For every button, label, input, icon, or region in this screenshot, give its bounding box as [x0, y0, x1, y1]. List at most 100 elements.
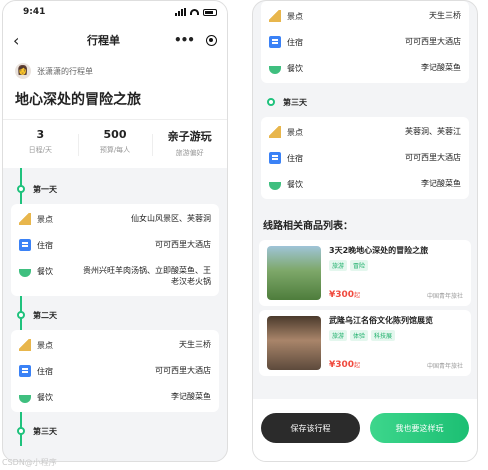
price-unit: 起	[354, 292, 361, 299]
save-itinerary-button[interactable]: 保存该行程	[261, 413, 360, 443]
food-value: 李记酸菜鱼	[421, 63, 461, 72]
day-card: 景点 天生三桥 住宿 可可西里大酒店 餐饮 李记酸菜鱼	[11, 330, 219, 413]
bowl-icon	[19, 395, 31, 404]
category-label: 景点	[287, 11, 303, 21]
product-name: 3天2晚地心深处的冒险之旅	[329, 246, 429, 255]
product-tag: 旅游	[329, 260, 348, 272]
sight-row[interactable]: 景点 天生三桥	[19, 332, 211, 358]
day-label: 第三天	[33, 426, 57, 436]
hotel-value: 可可西里大酒店	[155, 240, 211, 249]
category-label: 餐饮	[287, 63, 303, 73]
category-label: 餐饮	[37, 266, 53, 276]
day-label: 第三天	[283, 97, 307, 107]
product-price: ¥300起	[329, 290, 360, 300]
sight-row[interactable]: 景点 天生三桥	[269, 3, 461, 29]
product-info: 武隆乌江名俗文化陈列馆展览 旅游 体验 科技展 ¥300起 中国青年旅社	[329, 316, 463, 370]
category-label: 住宿	[287, 153, 303, 163]
sight-value: 天生三桥	[179, 340, 211, 350]
hotel-value: 可可西里大酒店	[405, 37, 461, 46]
sight-row[interactable]: 景点 芙蓉洞、芙蓉江	[269, 119, 461, 145]
food-value: 李记酸菜鱼	[171, 392, 211, 402]
hotel-value: 可可西里大酒店	[155, 366, 211, 376]
wifi-icon	[190, 9, 199, 15]
category-label: 住宿	[287, 37, 303, 47]
hotel-icon	[19, 239, 31, 251]
trip-title: 地心深处的冒险之旅	[15, 92, 141, 108]
product-image[interactable]	[267, 246, 321, 300]
product-tag: 冒险	[350, 260, 369, 272]
stat-value: 3	[36, 128, 45, 141]
product-card[interactable]: 3天2晚地心深处的冒险之旅 旅游 冒险 ¥300起 中国青年旅社	[259, 240, 471, 306]
hotel-row[interactable]: 住宿 可可西里大酒店	[269, 29, 461, 55]
phone-screen-left: 9:41 ‹ 行程单 ••• 👩 张潇潇的行程单 地心深处的冒险之旅 3 日程/…	[2, 0, 228, 462]
category-label: 住宿	[37, 240, 53, 250]
day-label: 第一天	[33, 184, 57, 194]
food-row[interactable]: 餐饮 李记酸菜鱼	[19, 384, 211, 410]
hotel-row[interactable]: 住宿 可可西里大酒店	[19, 358, 211, 384]
hotel-icon	[19, 365, 31, 378]
product-footer: ¥300起 中国青年旅社	[329, 290, 463, 300]
hotel-row[interactable]: 住宿 可可西里大酒店	[19, 232, 211, 258]
stat-days: 3 日程/天	[3, 128, 78, 158]
food-row[interactable]: 餐饮 贵州兴旺羊肉汤锅、立即酸菜鱼、王老汉老火锅	[19, 258, 211, 294]
timeline-dot	[267, 98, 275, 106]
copy-itinerary-button[interactable]: 我也要这样玩	[370, 413, 469, 443]
hotel-value: 可可西里大酒店	[405, 153, 461, 162]
day-card: 景点 芙蓉洞、芙蓉江 住宿 可可西里大酒店 餐饮 李记酸菜鱼	[261, 117, 469, 199]
food-value: 李记酸菜鱼	[421, 179, 461, 188]
nav-title: 行程单	[86, 34, 120, 47]
trip-stats: 3 日程/天 500 预算/每人 亲子游玩 旅游偏好	[3, 119, 227, 168]
close-miniprogram-icon[interactable]	[205, 34, 217, 46]
day-card: 景点 天生三桥 住宿 可可西里大酒店 餐饮 李记酸菜鱼	[261, 1, 469, 83]
author-row: 👩 张潇潇的行程单	[15, 63, 215, 79]
stat-label: 日程/天	[28, 146, 53, 154]
category-label: 景点	[37, 340, 53, 350]
timeline-dot	[17, 427, 25, 436]
stat-label: 旅游偏好	[175, 149, 204, 157]
product-price: ¥300起	[329, 360, 360, 370]
category-label: 景点	[37, 214, 53, 224]
stat-label: 预算/每人	[99, 146, 131, 154]
product-vendor: 中国青年旅社	[426, 293, 463, 300]
bowl-icon	[269, 66, 281, 74]
hotel-row[interactable]: 住宿 可可西里大酒店	[269, 145, 461, 171]
itinerary-timeline: 第一天 景点 仙女山风景区、芙蓉洞 住宿 可可西里大酒店 餐饮 贵州兴旺羊肉汤锅…	[3, 168, 227, 447]
timeline-dot	[17, 185, 25, 193]
day-header: 第二天	[11, 300, 219, 330]
day-header: 第一天	[11, 174, 219, 204]
capsule-menu: •••	[174, 33, 217, 47]
food-row[interactable]: 餐饮 李记酸菜鱼	[269, 55, 461, 81]
product-image[interactable]	[267, 316, 321, 370]
sight-row[interactable]: 景点 仙女山风景区、芙蓉洞	[19, 206, 211, 232]
product-tag: 体验	[350, 330, 369, 342]
products-section-title: 线路相关商品列表：	[263, 221, 353, 232]
food-row[interactable]: 餐饮 李记酸菜鱼	[269, 171, 461, 197]
sight-value: 芙蓉洞、芙蓉江	[405, 127, 461, 136]
category-label: 餐饮	[287, 179, 303, 189]
back-icon[interactable]: ‹	[13, 31, 33, 50]
stat-budget: 500 预算/每人	[77, 128, 153, 158]
category-label: 餐饮	[37, 392, 53, 402]
product-tag: 旅游	[329, 330, 348, 342]
product-tags: 旅游 体验 科技展	[329, 330, 463, 342]
sight-value: 天生三桥	[429, 11, 461, 20]
status-bar: 9:41	[3, 1, 227, 23]
avatar[interactable]: 👩	[15, 63, 31, 79]
status-time: 9:41	[23, 7, 46, 17]
category-label: 住宿	[37, 366, 53, 376]
product-vendor: 中国青年旅社	[426, 363, 463, 370]
day-label: 第二天	[33, 310, 57, 320]
bowl-icon	[269, 182, 281, 190]
sight-value: 仙女山风景区、芙蓉洞	[131, 214, 211, 223]
stat-preference: 亲子游玩 旅游偏好	[152, 128, 227, 158]
more-icon[interactable]: •••	[174, 33, 195, 47]
mountain-icon	[19, 339, 31, 352]
timeline-dot	[17, 311, 25, 320]
stat-value: 亲子游玩	[167, 130, 212, 143]
hotel-icon	[269, 152, 281, 164]
phone-screen-right: 景点 天生三桥 住宿 可可西里大酒店 餐饮 李记酸菜鱼 第三天 景点 芙蓉洞、芙…	[252, 0, 478, 462]
battery-icon	[203, 8, 217, 16]
stat-value: 500	[103, 128, 127, 141]
product-card[interactable]: 武隆乌江名俗文化陈列馆展览 旅游 体验 科技展 ¥300起 中国青年旅社	[259, 310, 471, 376]
price-unit: 起	[354, 362, 361, 369]
